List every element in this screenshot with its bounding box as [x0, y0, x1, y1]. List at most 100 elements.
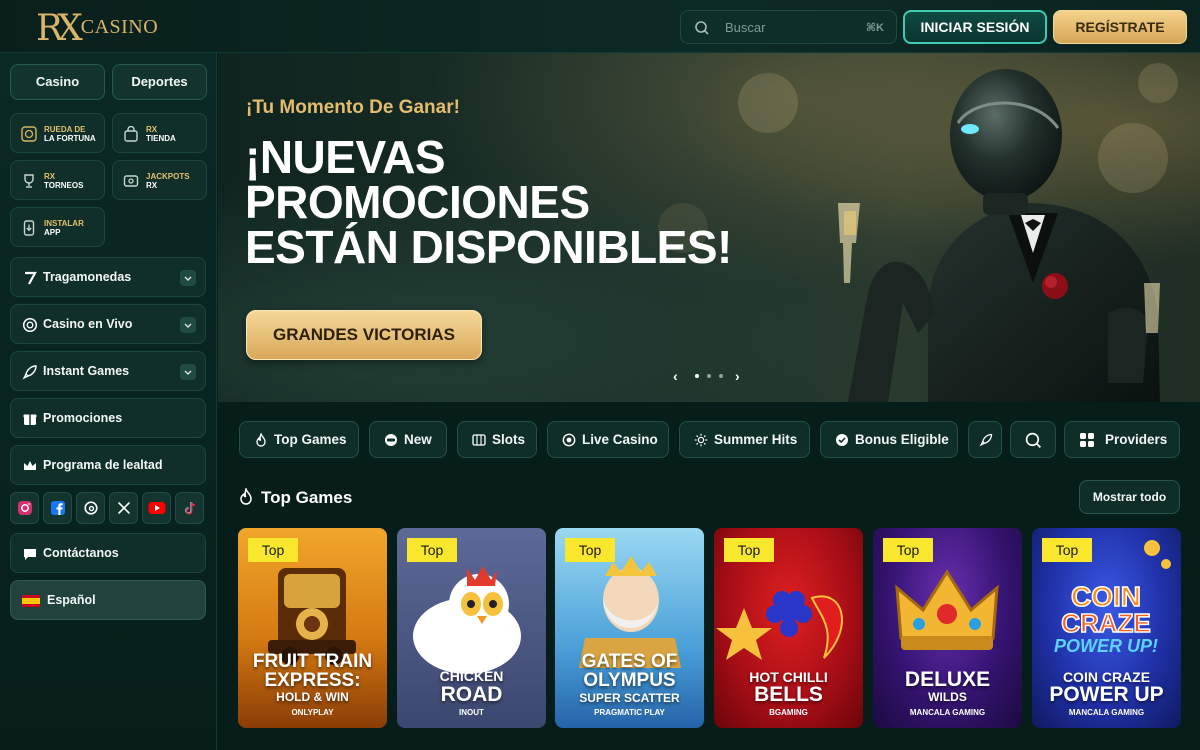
show-all-button[interactable]: Mostrar todo [1079, 480, 1180, 514]
menu-item-contact[interactable]: Contáctanos [10, 533, 206, 573]
filter-summer-hits[interactable]: Summer Hits [679, 421, 810, 458]
carousel-dot[interactable] [695, 374, 699, 378]
menu-item-live-casino[interactable]: Casino en Vivo [10, 304, 206, 344]
bonus-icon [836, 434, 848, 446]
carousel-dot[interactable] [707, 374, 711, 378]
flame-icon [256, 433, 266, 447]
jackpot-icon [123, 175, 139, 187]
menu-item-instant-games[interactable]: Instant Games [10, 351, 206, 391]
gift-icon [23, 414, 37, 425]
tile-line2: TIENDA [146, 134, 176, 143]
tile-line2: LA FORTUNA [44, 134, 96, 143]
tile-jackpots[interactable]: JACKPOTS RX [112, 160, 207, 200]
menu-label: Casino en Vivo [43, 317, 133, 331]
top-badge: Top [724, 538, 774, 562]
hero-banner[interactable]: ¡Tu Momento De Ganar! ¡NUEVAS PROMOCIONE… [218, 53, 1200, 402]
game-subtitle: SUPER SCATTER [579, 691, 680, 705]
chevron-left-icon[interactable]: ‹ [673, 369, 678, 383]
language-selector[interactable]: Español [10, 580, 206, 620]
game-card[interactable]: COIN CRAZE POWER UP! Top COIN CRAZE POWE… [1032, 528, 1181, 728]
game-subtitle: HOLD & WIN [276, 690, 349, 704]
tile-rx-store[interactable]: RX TIENDA [112, 113, 207, 153]
game-title-line: BELLS [754, 683, 823, 706]
carousel-pagination: ‹ › [673, 369, 743, 383]
menu-item-promotions[interactable]: Promociones [10, 398, 206, 438]
hero-cta-button[interactable]: GRANDES VICTORIAS [246, 310, 482, 360]
robot-waiter-illustration [838, 69, 1160, 402]
filter-search-button[interactable] [1010, 421, 1056, 458]
game-provider: MANCALA GAMING [909, 708, 986, 717]
game-card[interactable]: Top DELUXE WILDS MANCALA GAMING [873, 528, 1022, 728]
svg-text:CRAZE: CRAZE [1061, 608, 1151, 638]
flame-icon [240, 488, 252, 505]
game-provider: MANCALA GAMING [1068, 708, 1145, 717]
register-button[interactable]: REGÍSTRATE [1053, 10, 1187, 44]
filter-providers[interactable]: Providers [1064, 421, 1180, 458]
youtube-icon[interactable] [142, 492, 171, 524]
facebook-icon[interactable] [43, 492, 72, 524]
crown-icon [24, 461, 36, 470]
tile-line1: RUEDA DE [44, 125, 86, 134]
search-icon [1025, 432, 1042, 449]
login-button[interactable]: INICIAR SESIÓN [903, 10, 1047, 44]
carousel-dot[interactable] [719, 374, 723, 378]
menu-label: Instant Games [43, 364, 130, 378]
game-title-line: POWER UP [1049, 683, 1164, 706]
filter-instant-games[interactable] [968, 421, 1002, 458]
section-title: Top Games [261, 488, 353, 507]
chevron-right-icon[interactable]: › [735, 369, 740, 383]
filter-new[interactable]: New [369, 421, 447, 458]
top-badge: Top [565, 538, 615, 562]
tab-casino[interactable]: Casino [10, 64, 105, 100]
tab-deportes[interactable]: Deportes [112, 64, 207, 100]
filter-bonus-eligible[interactable]: Bonus Eligible [820, 421, 958, 458]
game-provider: INOUT [459, 708, 484, 717]
hero-title-line: ESTÁN DISPONIBLES! [245, 221, 732, 273]
hero-tagline: ¡Tu Momento De Ganar! [246, 97, 460, 118]
game-card[interactable]: Top CHICKEN ROAD INOUT [397, 528, 546, 728]
rocket-icon [22, 365, 37, 380]
search-input[interactable]: Buscar ⌘K [680, 10, 897, 44]
rocket-icon [979, 433, 993, 447]
filter-label: Bonus Eligible [855, 432, 949, 447]
seven-icon [25, 271, 37, 285]
instagram-icon[interactable] [10, 492, 39, 524]
game-card[interactable]: Top GATES OF OLYMPUS SUPER SCATTER PRAGM… [555, 528, 704, 728]
game-title-line: EXPRESS: [264, 670, 361, 691]
tile-install-app[interactable]: INSTALAR APP [10, 207, 105, 247]
top-header: RX CASINO Buscar ⌘K INICIAR SESIÓN REGÍS… [0, 0, 1200, 53]
chat-icon [24, 549, 36, 560]
tile-wheel-of-fortune[interactable]: RUEDA DE LA FORTUNA [10, 113, 105, 153]
filter-label: Summer Hits [714, 432, 798, 447]
search-icon [695, 21, 709, 35]
phone-icon [23, 220, 35, 236]
slots-icon [472, 434, 486, 446]
grid-icon [1080, 433, 1094, 447]
filter-live-casino[interactable]: Live Casino [547, 421, 669, 458]
tile-rx-tournaments[interactable]: RX TORNEOS [10, 160, 105, 200]
hero-title-line: PROMOCIONES [245, 176, 590, 228]
chevron-down-icon[interactable] [180, 364, 196, 380]
menu-item-loyalty[interactable]: Programa de lealtad [10, 445, 206, 485]
search-shortcut: ⌘K [865, 22, 884, 34]
menu-label: Contáctanos [43, 546, 119, 560]
rx-casino-logo[interactable]: RX CASINO [36, 6, 158, 48]
x-icon[interactable] [109, 492, 138, 524]
filter-label: Providers [1105, 432, 1168, 447]
filter-slots[interactable]: Slots [457, 421, 537, 458]
game-card[interactable]: Top FRUIT TRAIN EXPRESS: HOLD & WIN ONLY… [238, 528, 387, 728]
chevron-down-icon[interactable] [180, 317, 196, 333]
tile-line1: JACKPOTS [146, 172, 190, 181]
hero-title: ¡NUEVAS PROMOCIONES ESTÁN DISPONIBLES! [245, 134, 765, 273]
game-card[interactable]: Top HOT CHILLI BELLS BGAMING [714, 528, 863, 728]
filter-label: Top Games [274, 432, 347, 447]
tiktok-icon[interactable] [175, 492, 204, 524]
threads-icon[interactable] [76, 492, 105, 524]
chip-icon [562, 433, 576, 447]
game-title-line: CHICKEN [439, 668, 504, 684]
filter-top-games[interactable]: Top Games [239, 421, 359, 458]
chevron-down-icon[interactable] [180, 270, 196, 286]
filter-label: Slots [492, 432, 526, 447]
menu-item-slots[interactable]: Tragamonedas [10, 257, 206, 297]
social-links [10, 492, 206, 524]
